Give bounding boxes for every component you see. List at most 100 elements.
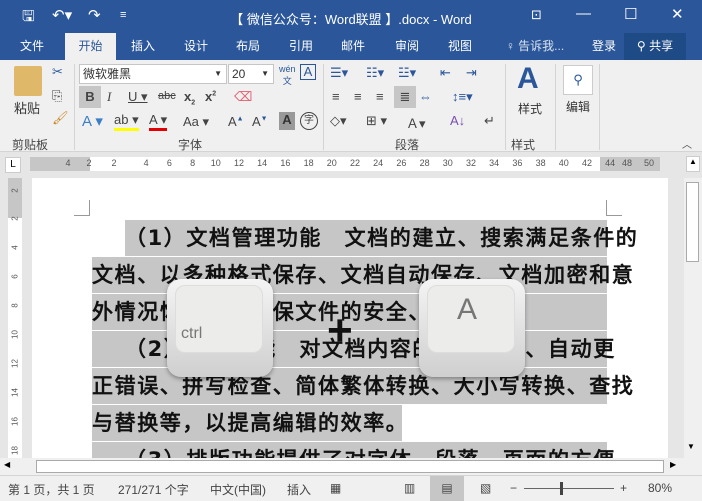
web-layout-icon[interactable]: ▧ — [480, 481, 491, 495]
insert-mode[interactable]: 插入 — [287, 481, 311, 498]
group-paragraph: 段落 — [395, 138, 420, 152]
superscript-button[interactable]: x2 — [205, 89, 216, 104]
phonetic-guide-icon[interactable]: wén 文 — [279, 64, 296, 87]
vertical-scrollbar[interactable]: ▼ — [684, 178, 702, 458]
underline-button[interactable]: U ▾ — [128, 89, 148, 105]
tab-insert[interactable]: 插入 — [120, 33, 166, 60]
collapse-ribbon-icon[interactable]: ︿ — [682, 136, 692, 151]
multilevel-list-icon[interactable]: ☳▾ — [398, 65, 416, 81]
line-spacing-icon[interactable]: ↕≡▾ — [452, 89, 473, 105]
print-layout-icon[interactable]: ▤ — [430, 476, 464, 501]
read-mode-icon[interactable]: ▥ — [404, 481, 415, 495]
bullets-icon[interactable]: ☰▾ — [330, 65, 348, 81]
tab-references[interactable]: 引用 — [278, 33, 324, 60]
ruler-tick-label: 12 — [233, 158, 244, 168]
copy-icon[interactable]: ⎘ — [52, 88, 62, 104]
document-page[interactable]: （1）文档管理功能 文档的建立、搜索满足条件的 文档、以多种格式保存、文档自动保… — [32, 178, 668, 458]
tab-review[interactable]: 审阅 — [384, 33, 430, 60]
search-icon[interactable]: ⚲ — [563, 65, 593, 95]
strikethrough-button[interactable]: abc — [158, 90, 176, 102]
ribbon-display-options-icon[interactable]: ⊡ — [531, 7, 542, 23]
font-color-icon[interactable]: A ▾ — [149, 112, 168, 131]
borders-icon[interactable]: ⊞ ▾ — [366, 113, 387, 129]
editing-button[interactable]: 编辑 — [566, 98, 590, 115]
scroll-up-button[interactable]: ▲ — [686, 156, 700, 172]
grow-font-icon[interactable]: A▲ — [228, 114, 244, 129]
language[interactable]: 中文(中国) — [210, 481, 266, 498]
paste-button[interactable]: 粘贴 — [14, 98, 40, 117]
paste-icon[interactable] — [14, 66, 42, 96]
shrink-font-icon[interactable]: A▼ — [252, 114, 268, 129]
zoom-slider-thumb[interactable] — [560, 482, 563, 495]
enclose-characters-icon[interactable]: 字 — [300, 112, 318, 130]
styles-icon[interactable]: A — [517, 62, 539, 96]
tab-selector[interactable]: L — [5, 157, 21, 173]
numbering-icon[interactable]: ☷▾ — [366, 65, 384, 81]
ruler-tick-label: 48 — [621, 158, 632, 168]
change-case-icon[interactable]: Aa ▾ — [183, 114, 209, 130]
zoom-out-button[interactable]: − — [510, 481, 517, 495]
tab-file[interactable]: 文件 — [8, 33, 56, 60]
align-right-icon[interactable]: ≡ — [376, 89, 384, 104]
macro-record-icon[interactable]: ▦ — [330, 481, 341, 495]
zoom-level[interactable]: 80% — [648, 481, 672, 495]
character-border-icon[interactable]: A — [300, 64, 316, 80]
tab-mailings[interactable]: 邮件 — [330, 33, 376, 60]
a-key-graphic: A — [419, 279, 525, 377]
ruler-tick-label: 26 — [396, 158, 407, 168]
tell-me-search[interactable]: ♀ 告诉我... — [500, 33, 570, 60]
page-count[interactable]: 第 1 页，共 1 页 — [8, 481, 95, 498]
italic-button[interactable]: I — [107, 89, 111, 105]
bold-button[interactable]: B — [79, 86, 101, 108]
maximize-button[interactable]: ☐ — [624, 5, 637, 23]
character-shading-icon[interactable]: A — [279, 112, 295, 130]
scroll-right-button[interactable]: ▶ — [670, 460, 676, 469]
font-size-combo[interactable]: 20 ▼ — [228, 64, 274, 84]
tab-layout[interactable]: 布局 — [225, 33, 271, 60]
scroll-down-button[interactable]: ▼ — [687, 442, 695, 451]
decrease-indent-icon[interactable]: ⇤ — [440, 65, 451, 81]
share-button[interactable]: ⚲ 共享 — [624, 33, 686, 60]
subscript-button[interactable]: x2 — [184, 89, 195, 107]
highlight-color-icon[interactable]: ab ▾ — [114, 112, 139, 131]
horizontal-ruler[interactable]: L 4 2 2 4 6 8 10 12 14 16 18 20 22 24 26 28 30 32 34 36 38 40… — [0, 152, 702, 178]
show-marks-icon[interactable]: ↵ — [484, 113, 495, 129]
login-link[interactable]: 登录 — [586, 33, 622, 60]
ribbon-tabs: 文件 开始 插入 设计 布局 引用 邮件 审阅 视图 ♀ 告诉我... 登录 ⚲… — [0, 33, 702, 60]
styles-button[interactable]: 样式 — [518, 100, 542, 117]
increase-indent-icon[interactable]: ⇥ — [466, 65, 477, 81]
ctrl-key-graphic: ctrl — [167, 279, 273, 377]
clear-formatting-icon[interactable]: ⌫ — [234, 89, 252, 105]
ruler-tick-label: 12 — [10, 359, 20, 368]
word-count[interactable]: 271/271 个字 — [118, 481, 189, 498]
horizontal-scrollbar[interactable]: ◀ ▶ — [0, 458, 702, 475]
tab-design[interactable]: 设计 — [173, 33, 219, 60]
cut-icon[interactable]: ✂ — [52, 64, 63, 80]
ruler-tick-label: 2 — [10, 216, 20, 221]
text-effects-icon[interactable]: A ▾ — [82, 112, 103, 130]
scroll-thumb[interactable] — [36, 460, 664, 473]
justify-icon[interactable]: ≣ — [394, 86, 416, 108]
tab-view[interactable]: 视图 — [437, 33, 483, 60]
font-name-combo[interactable]: 微软雅黑 ▼ — [79, 64, 227, 84]
distributed-icon[interactable]: ⇔ — [419, 89, 432, 104]
ruler-tick-label: 28 — [419, 158, 430, 168]
tab-home[interactable]: 开始 — [65, 33, 116, 60]
minimize-button[interactable]: — — [576, 5, 591, 22]
zoom-in-button[interactable]: + — [620, 481, 627, 495]
sort-icon[interactable]: A↓ — [450, 113, 465, 128]
close-button[interactable]: ✕ — [671, 5, 684, 23]
scroll-left-button[interactable]: ◀ — [4, 460, 10, 469]
asian-layout-icon[interactable]: Ａ▾ — [406, 113, 426, 132]
align-center-icon[interactable]: ≡ — [354, 89, 362, 104]
scroll-thumb[interactable] — [686, 182, 699, 262]
ruler-tick-label: 2 — [10, 188, 20, 193]
zoom-slider[interactable] — [524, 488, 614, 489]
shading-icon[interactable]: ◇▾ — [330, 113, 347, 129]
ruler-tick-label: 4 — [65, 158, 71, 168]
ruler-tick-label: 6 — [10, 274, 20, 279]
ruler-tick-label: 40 — [558, 158, 569, 168]
format-painter-icon[interactable]: 🖌 — [52, 110, 69, 126]
ruler-tick-label: 34 — [489, 158, 500, 168]
align-left-icon[interactable]: ≡ — [332, 89, 340, 104]
